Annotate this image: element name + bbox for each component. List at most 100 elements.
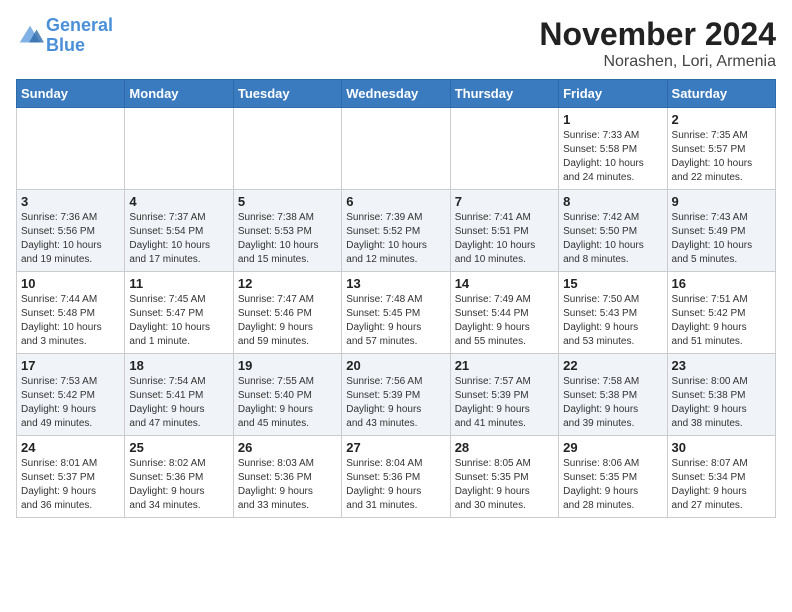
weekday-header-saturday: Saturday — [667, 80, 775, 108]
day-number: 7 — [455, 194, 554, 209]
month-title: November 2024 — [539, 16, 776, 53]
day-info: Sunrise: 7:44 AMSunset: 5:48 PMDaylight:… — [21, 293, 120, 349]
calendar-cell: 2 Sunrise: 7:35 AMSunset: 5:57 PMDaylight… — [667, 108, 775, 190]
calendar-cell: 12 Sunrise: 7:47 AMSunset: 5:46 PMDayligh… — [233, 272, 341, 354]
calendar-cell: 6 Sunrise: 7:39 AMSunset: 5:52 PMDaylight… — [342, 190, 450, 272]
weekday-header-tuesday: Tuesday — [233, 80, 341, 108]
day-number: 1 — [563, 112, 662, 127]
day-info: Sunrise: 7:35 AMSunset: 5:57 PMDaylight:… — [672, 129, 771, 185]
calendar-cell — [233, 108, 341, 190]
day-number: 3 — [21, 194, 120, 209]
day-number: 13 — [346, 276, 445, 291]
logo-text: General Blue — [46, 16, 113, 56]
calendar-cell: 29 Sunrise: 8:06 AMSunset: 5:35 PMDayligh… — [559, 436, 667, 518]
calendar-cell: 15 Sunrise: 7:50 AMSunset: 5:43 PMDayligh… — [559, 272, 667, 354]
day-info: Sunrise: 8:01 AMSunset: 5:37 PMDaylight:… — [21, 457, 120, 513]
day-number: 6 — [346, 194, 445, 209]
calendar-cell: 5 Sunrise: 7:38 AMSunset: 5:53 PMDaylight… — [233, 190, 341, 272]
day-number: 20 — [346, 358, 445, 373]
calendar-cell: 13 Sunrise: 7:48 AMSunset: 5:45 PMDayligh… — [342, 272, 450, 354]
calendar-cell: 19Sunrise: 7:55 AMSunset: 5:40 PMDayligh… — [233, 354, 341, 436]
day-info: Sunrise: 8:03 AMSunset: 5:36 PMDaylight:… — [238, 457, 337, 513]
day-number: 21 — [455, 358, 554, 373]
calendar-cell: 17 Sunrise: 7:53 AMSunset: 5:42 PMDayligh… — [17, 354, 125, 436]
calendar-body: 1 Sunrise: 7:33 AMSunset: 5:58 PMDaylight… — [17, 108, 776, 518]
calendar-cell: 24 Sunrise: 8:01 AMSunset: 5:37 PMDayligh… — [17, 436, 125, 518]
day-info: Sunrise: 7:45 AMSunset: 5:47 PMDaylight:… — [129, 293, 228, 349]
day-number: 11 — [129, 276, 228, 291]
day-info: Sunrise: 7:48 AMSunset: 5:45 PMDaylight:… — [346, 293, 445, 349]
day-number: 25 — [129, 440, 228, 455]
day-info: Sunrise: 7:38 AMSunset: 5:53 PMDaylight:… — [238, 211, 337, 267]
weekday-header-sunday: Sunday — [17, 80, 125, 108]
day-info: Sunrise: 7:58 AMSunset: 5:38 PMDaylight:… — [563, 375, 662, 431]
calendar-cell — [125, 108, 233, 190]
day-number: 23 — [672, 358, 771, 373]
day-number: 2 — [672, 112, 771, 127]
calendar-cell: 3 Sunrise: 7:36 AMSunset: 5:56 PMDaylight… — [17, 190, 125, 272]
day-number: 15 — [563, 276, 662, 291]
calendar-cell: 23 Sunrise: 8:00 AMSunset: 5:38 PMDayligh… — [667, 354, 775, 436]
day-number: 5 — [238, 194, 337, 209]
calendar-cell — [17, 108, 125, 190]
weekday-header-row: SundayMondayTuesdayWednesdayThursdayFrid… — [17, 80, 776, 108]
calendar-cell: 8 Sunrise: 7:42 AMSunset: 5:50 PMDaylight… — [559, 190, 667, 272]
calendar-cell: 16 Sunrise: 7:51 AMSunset: 5:42 PMDayligh… — [667, 272, 775, 354]
calendar-cell — [342, 108, 450, 190]
day-number: 16 — [672, 276, 771, 291]
week-row-1: 1 Sunrise: 7:33 AMSunset: 5:58 PMDaylight… — [17, 108, 776, 190]
day-info: Sunrise: 7:37 AMSunset: 5:54 PMDaylight:… — [129, 211, 228, 267]
day-info: Sunrise: 8:06 AMSunset: 5:35 PMDaylight:… — [563, 457, 662, 513]
title-block: November 2024 Norashen, Lori, Armenia — [539, 16, 776, 71]
week-row-2: 3 Sunrise: 7:36 AMSunset: 5:56 PMDaylight… — [17, 190, 776, 272]
day-info: Sunrise: 7:49 AMSunset: 5:44 PMDaylight:… — [455, 293, 554, 349]
day-number: 9 — [672, 194, 771, 209]
day-info: Sunrise: 7:33 AMSunset: 5:58 PMDaylight:… — [563, 129, 662, 185]
day-info: Sunrise: 7:42 AMSunset: 5:50 PMDaylight:… — [563, 211, 662, 267]
weekday-header-wednesday: Wednesday — [342, 80, 450, 108]
day-info: Sunrise: 8:00 AMSunset: 5:38 PMDaylight:… — [672, 375, 771, 431]
day-number: 14 — [455, 276, 554, 291]
day-number: 30 — [672, 440, 771, 455]
calendar-header: SundayMondayTuesdayWednesdayThursdayFrid… — [17, 80, 776, 108]
calendar-cell: 26 Sunrise: 8:03 AMSunset: 5:36 PMDayligh… — [233, 436, 341, 518]
day-info: Sunrise: 7:53 AMSunset: 5:42 PMDaylight:… — [21, 375, 120, 431]
day-number: 17 — [21, 358, 120, 373]
weekday-header-thursday: Thursday — [450, 80, 558, 108]
calendar-table: SundayMondayTuesdayWednesdayThursdayFrid… — [16, 79, 776, 518]
day-number: 8 — [563, 194, 662, 209]
week-row-4: 17 Sunrise: 7:53 AMSunset: 5:42 PMDayligh… — [17, 354, 776, 436]
day-info: Sunrise: 7:36 AMSunset: 5:56 PMDaylight:… — [21, 211, 120, 267]
day-info: Sunrise: 7:41 AMSunset: 5:51 PMDaylight:… — [455, 211, 554, 267]
day-info: Sunrise: 7:47 AMSunset: 5:46 PMDaylight:… — [238, 293, 337, 349]
day-info: Sunrise: 8:07 AMSunset: 5:34 PMDaylight:… — [672, 457, 771, 513]
calendar-cell — [450, 108, 558, 190]
day-info: Sunrise: 7:56 AMSunset: 5:39 PMDaylight:… — [346, 375, 445, 431]
day-info: Sunrise: 7:55 AMSunset: 5:40 PMDaylight:… — [238, 375, 337, 431]
day-number: 26 — [238, 440, 337, 455]
day-number: 28 — [455, 440, 554, 455]
week-row-3: 10 Sunrise: 7:44 AMSunset: 5:48 PMDayligh… — [17, 272, 776, 354]
weekday-header-monday: Monday — [125, 80, 233, 108]
day-info: Sunrise: 8:02 AMSunset: 5:36 PMDaylight:… — [129, 457, 228, 513]
calendar-cell: 1 Sunrise: 7:33 AMSunset: 5:58 PMDaylight… — [559, 108, 667, 190]
day-info: Sunrise: 7:54 AMSunset: 5:41 PMDaylight:… — [129, 375, 228, 431]
day-number: 22 — [563, 358, 662, 373]
day-info: Sunrise: 7:39 AMSunset: 5:52 PMDaylight:… — [346, 211, 445, 267]
day-number: 12 — [238, 276, 337, 291]
weekday-header-friday: Friday — [559, 80, 667, 108]
logo: General Blue — [16, 16, 113, 56]
location: Norashen, Lori, Armenia — [539, 53, 776, 71]
calendar-cell: 18Sunrise: 7:54 AMSunset: 5:41 PMDayligh… — [125, 354, 233, 436]
calendar-cell: 11 Sunrise: 7:45 AMSunset: 5:47 PMDayligh… — [125, 272, 233, 354]
calendar-cell: 7 Sunrise: 7:41 AMSunset: 5:51 PMDaylight… — [450, 190, 558, 272]
day-number: 10 — [21, 276, 120, 291]
day-number: 29 — [563, 440, 662, 455]
day-number: 24 — [21, 440, 120, 455]
day-info: Sunrise: 7:50 AMSunset: 5:43 PMDaylight:… — [563, 293, 662, 349]
calendar-cell: 14 Sunrise: 7:49 AMSunset: 5:44 PMDayligh… — [450, 272, 558, 354]
week-row-5: 24 Sunrise: 8:01 AMSunset: 5:37 PMDayligh… — [17, 436, 776, 518]
calendar-cell: 10 Sunrise: 7:44 AMSunset: 5:48 PMDayligh… — [17, 272, 125, 354]
calendar-cell: 21Sunrise: 7:57 AMSunset: 5:39 PMDayligh… — [450, 354, 558, 436]
day-info: Sunrise: 7:51 AMSunset: 5:42 PMDaylight:… — [672, 293, 771, 349]
